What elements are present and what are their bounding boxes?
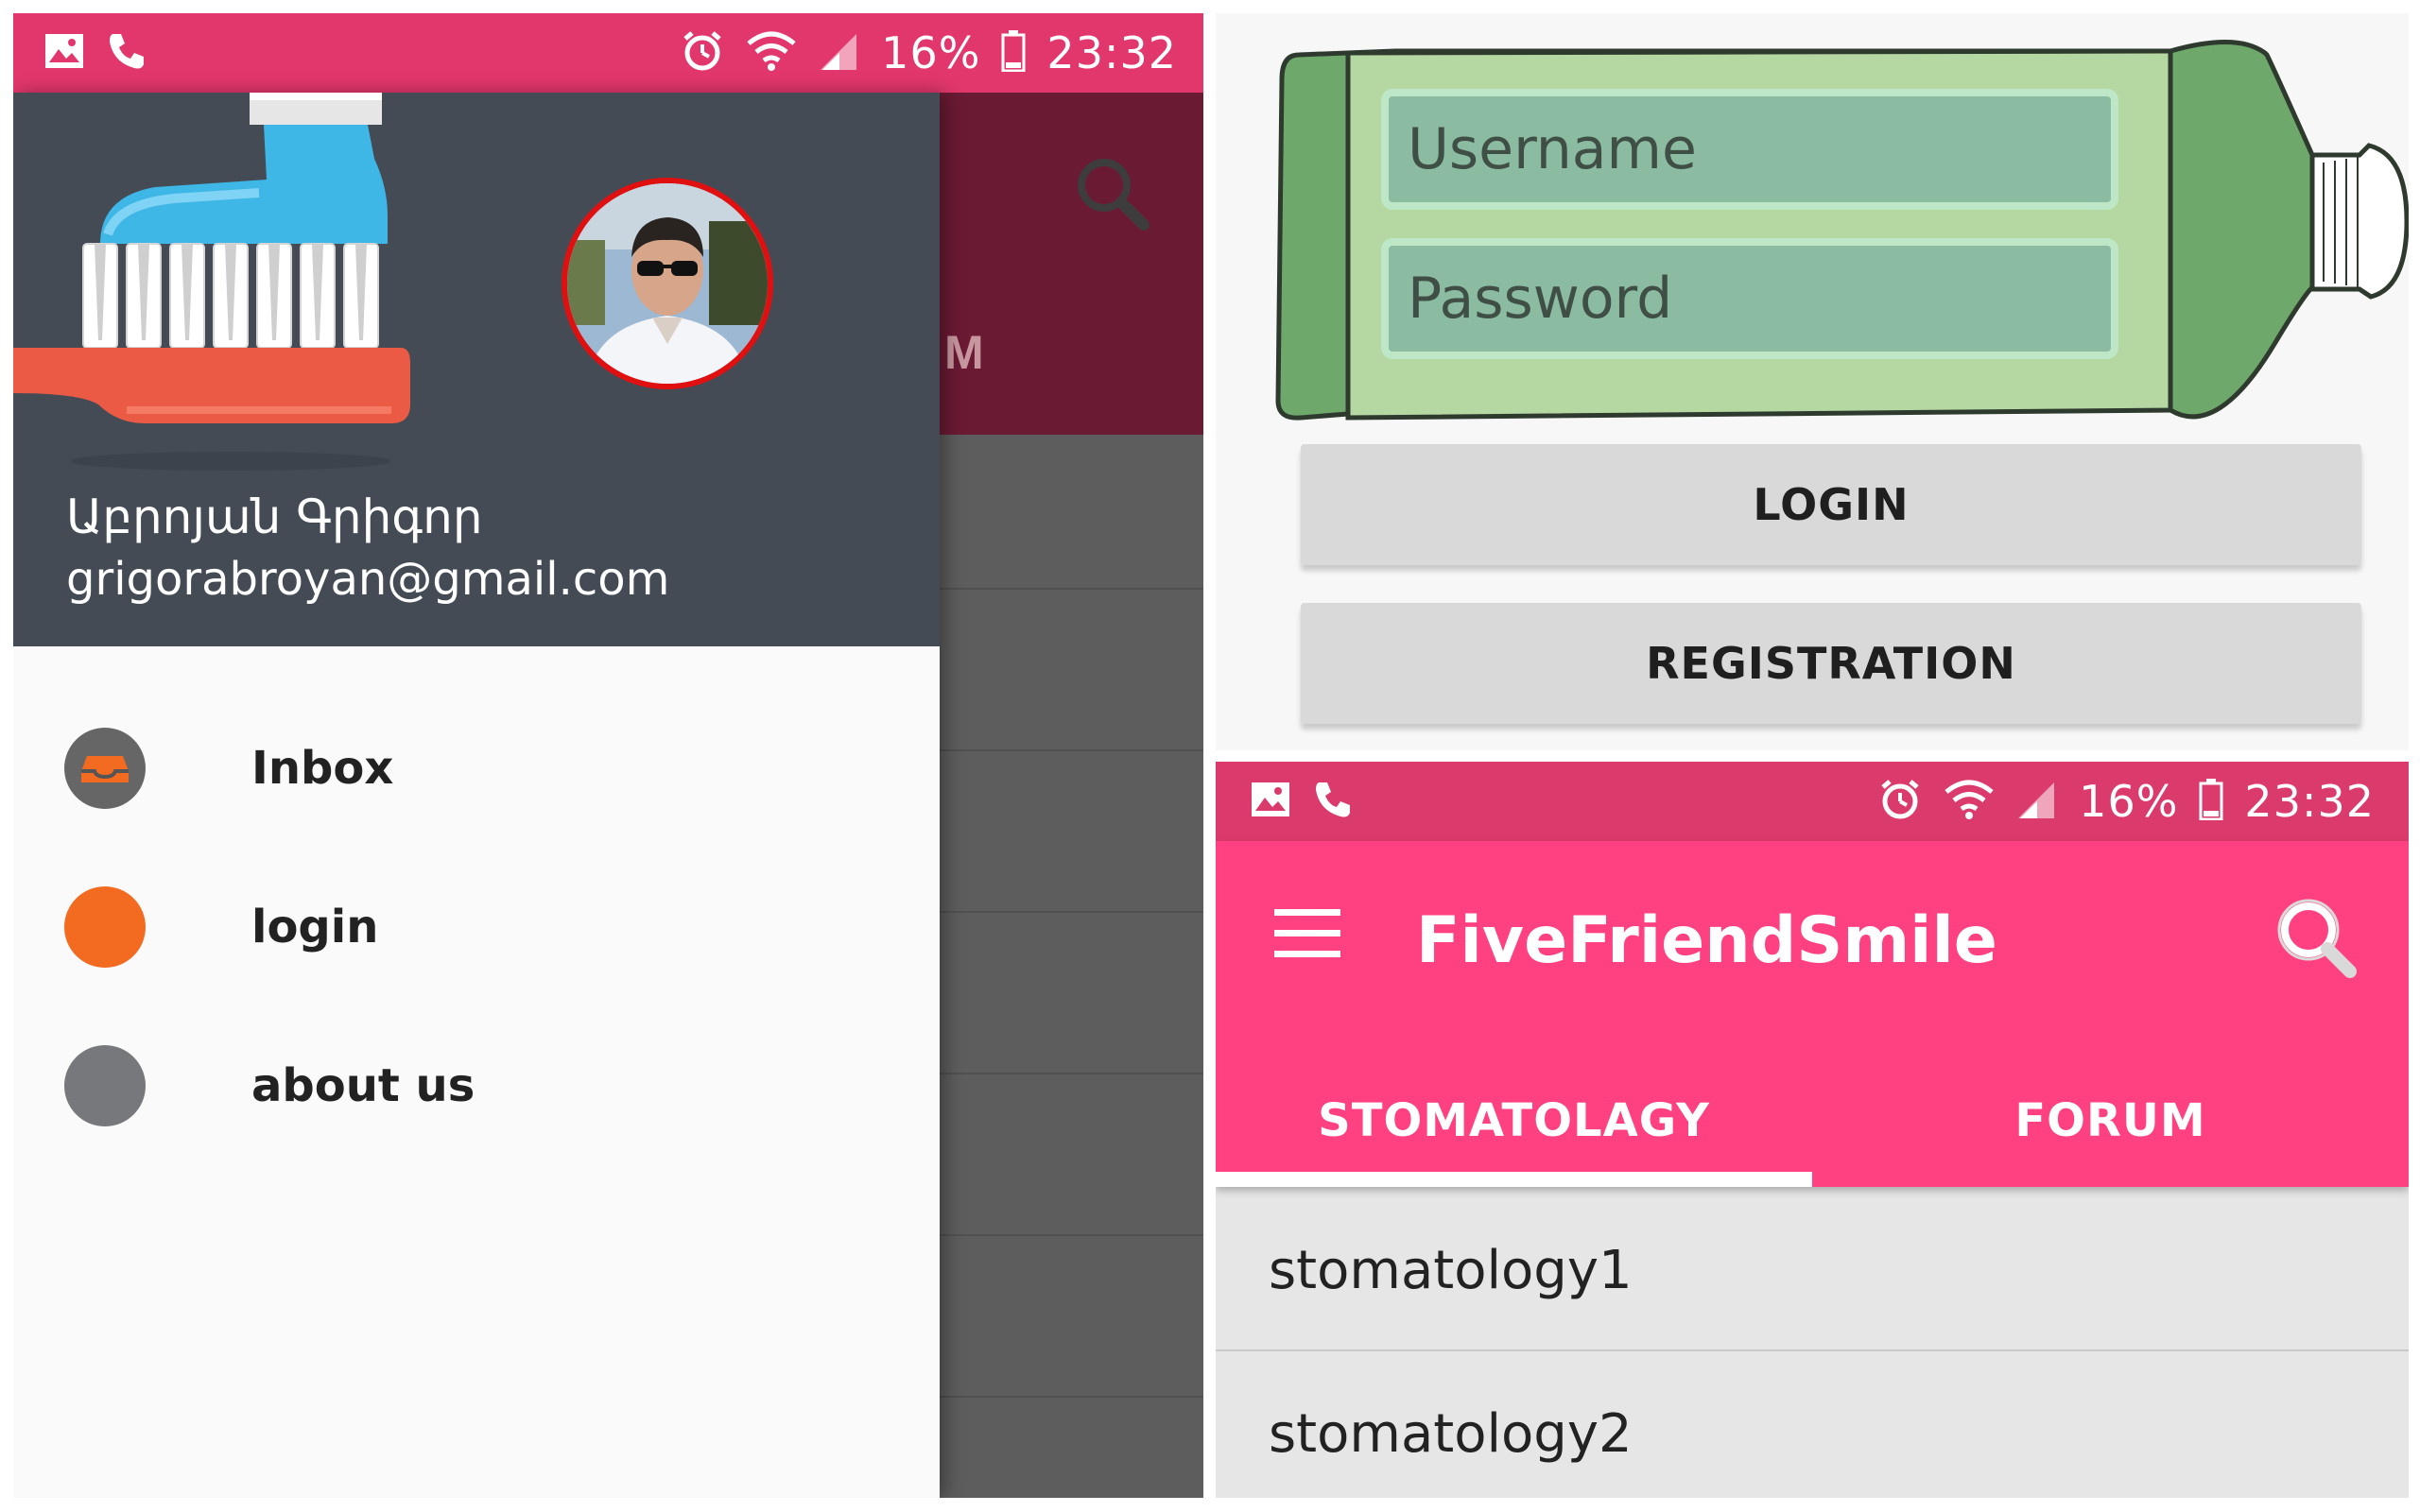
list-item[interactable]: stomatology1 [1216,1191,2409,1351]
password-field[interactable]: Password [1381,238,2118,359]
status-bar: 16% 23:32 [13,13,1203,93]
signal-icon [819,30,860,77]
app-toolbar: FiveFriendSmile STOMATOLAGY FORUM [1216,841,2409,1187]
login-screen: Username Password LOGIN REGISTRATION [1216,13,2410,750]
drawer-item-label: Inbox [251,742,394,795]
avatar[interactable] [562,178,773,389]
phone-icon [1312,779,1354,825]
wifi-icon [1943,779,1996,825]
login-circle-icon [64,886,146,968]
tab-forum[interactable]: FORUM [1812,1055,2409,1187]
battery-icon [1001,29,1026,77]
about-circle-icon [64,1045,146,1126]
login-button[interactable]: LOGIN [1301,444,2361,565]
clock: 23:32 [1046,27,1177,78]
gallery-icon [1250,781,1291,823]
drawer-item-label: login [251,901,379,954]
drawer-screen: M 16% 23:32 Աբրոյան Գրիգոր grigorabroyan… [13,13,1203,1498]
inbox-icon [64,728,146,809]
toothbrush-logo [13,93,448,494]
hamburger-menu-icon[interactable] [1274,907,1340,965]
app-main-screen: 16% 23:32 FiveFriendSmile STOMATOLAGY FO… [1216,762,2409,1498]
signal-icon [2016,779,2058,825]
phone-icon [106,30,147,77]
toothpaste-tube-illustration [1216,13,2410,434]
tab-indicator [1216,1172,1812,1187]
status-bar: 16% 23:32 [1216,762,2409,841]
drawer-item-label: about us [251,1059,475,1112]
tab-stomatolagy[interactable]: STOMATOLAGY [1216,1055,1812,1187]
background-tab-fragment: M [944,326,984,379]
battery-percent: 16% [2079,776,2179,827]
username-field[interactable]: Username [1381,89,2118,210]
clock: 23:32 [2244,776,2375,827]
registration-button[interactable]: REGISTRATION [1301,603,2361,724]
wifi-icon [745,30,798,77]
battery-icon [2199,778,2223,825]
drawer-user-name: Աբրոյան Գրիգոր [66,490,483,544]
alarm-icon [681,29,724,77]
navigation-drawer: Աբրոյան Գրիգոր grigorabroyan@gmail.com I… [13,93,940,1498]
drawer-item-login[interactable]: login [13,856,940,998]
list-item[interactable]: stomatology2 [1216,1353,2409,1498]
alarm-icon [1878,778,1922,826]
background-search-icon [1070,151,1155,236]
drawer-item-about-us[interactable]: about us [13,1015,940,1157]
gallery-icon [43,32,85,75]
drawer-item-inbox[interactable]: Inbox [13,697,940,839]
drawer-user-email: grigorabroyan@gmail.com [66,553,670,606]
drawer-header: Աբրոյան Գրիգոր grigorabroyan@gmail.com [13,93,940,646]
search-icon[interactable] [2274,896,2360,986]
app-title: FiveFriendSmile [1416,903,1997,978]
battery-percent: 16% [881,27,981,78]
